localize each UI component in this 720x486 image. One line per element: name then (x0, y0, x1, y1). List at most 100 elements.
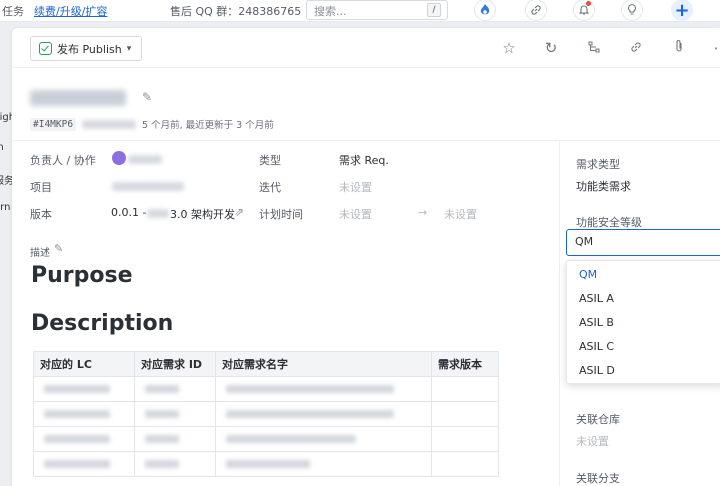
iteration-label: 迭代 (259, 181, 281, 194)
iteration-value[interactable]: 未设置 (339, 179, 372, 195)
table-cell (431, 376, 499, 402)
safety-level-label: 功能安全等级 (576, 216, 642, 229)
left-nav-item[interactable]: m (0, 142, 4, 153)
refresh-icon[interactable]: ↻ (542, 39, 560, 57)
create-plus-icon[interactable]: + (671, 0, 693, 21)
divider (12, 140, 720, 141)
type-value[interactable]: 需求 Req. (339, 152, 389, 168)
version-prefix[interactable]: 0.0.1 - (111, 206, 146, 219)
link-icon[interactable] (627, 39, 645, 57)
publish-label: 发布 Publish (57, 42, 122, 56)
version-label: 版本 (30, 208, 52, 221)
description-heading: Description (31, 311, 174, 336)
notification-dot (586, 1, 591, 6)
dropdown-option-qm[interactable]: QM (567, 263, 720, 287)
table-row (33, 376, 499, 402)
issue-meta: #I4MKP6 5 个月前, 最近更新于 3 个月前 (30, 117, 274, 131)
star-icon[interactable]: ☆ (500, 39, 518, 57)
table-cell (215, 401, 432, 427)
linked-repo-value[interactable]: 未设置 (576, 433, 609, 449)
column-header-req-name: 对应需求名字 (215, 351, 432, 377)
hierarchy-icon[interactable] (585, 39, 603, 57)
req-type-value[interactable]: 功能类需求 (576, 178, 631, 194)
search-input[interactable]: 搜索... / (306, 0, 448, 20)
safety-level-dropdown: QM ASIL A ASIL B ASIL C ASIL D (566, 260, 720, 384)
table-cell (431, 451, 499, 477)
project-label: 项目 (30, 181, 52, 194)
table-cell (134, 376, 216, 402)
issue-id[interactable]: #I4MKP6 (30, 117, 77, 131)
issue-meta-time: 5 个月前, 最近更新于 3 个月前 (142, 120, 274, 131)
fire-app-icon[interactable] (474, 0, 496, 21)
plan-start[interactable]: 未设置 (339, 206, 372, 222)
dropdown-option-asil-c[interactable]: ASIL C (567, 335, 720, 359)
notification-bell-icon[interactable] (573, 0, 595, 21)
project-value-redacted[interactable] (112, 182, 184, 191)
version-suffix[interactable]: 3.0 架构开发 (170, 206, 235, 222)
table-cell (215, 426, 432, 452)
left-nav-item[interactable]: Ligh (0, 112, 12, 123)
external-link-icon[interactable]: ⇗ (234, 205, 244, 219)
column-header-lc: 对应的 LC (33, 351, 135, 377)
safety-level-select[interactable]: QM (566, 229, 720, 256)
issue-title-redacted (30, 90, 126, 106)
search-shortcut-key: / (427, 3, 441, 17)
linked-branch-label: 关联分支 (576, 472, 620, 485)
plan-arrow: → (418, 206, 428, 219)
table-cell (431, 426, 499, 452)
divider (559, 140, 560, 486)
top-bar: 任务 续费/升级/扩容 售后 QQ 群：248386765 搜索... / + (0, 0, 720, 22)
task-nav-label[interactable]: 任务 (2, 3, 24, 19)
dropdown-option-asil-a[interactable]: ASIL A (567, 287, 720, 311)
issue-toolbar: 发布 Publish ▾ ☆ ↻ ⋯ (12, 28, 720, 68)
safety-level-selected: QM (575, 235, 594, 248)
plan-end[interactable]: 未设置 (444, 206, 477, 222)
table-header-row: 对应的 LC 对应需求 ID 对应需求名字 需求版本 (33, 351, 499, 377)
chevron-down-icon: ▾ (126, 43, 132, 54)
requirements-table: 对应的 LC 对应需求 ID 对应需求名字 需求版本 (33, 351, 499, 477)
version-redacted (147, 209, 169, 218)
plan-time-label: 计划时间 (259, 208, 303, 221)
edit-title-icon[interactable]: ✎ (142, 90, 152, 104)
link-icon[interactable] (525, 0, 547, 21)
table-cell (431, 401, 499, 427)
req-type-label: 需求类型 (576, 158, 620, 171)
purpose-heading: Purpose (31, 263, 133, 288)
type-label: 类型 (259, 154, 281, 167)
more-icon[interactable]: ⋯ (712, 39, 720, 57)
owner-label: 负责人 / 协作 (30, 154, 96, 167)
left-nav-item[interactable]: 服务 (0, 172, 12, 187)
table-cell (33, 401, 135, 427)
dropdown-option-asil-d[interactable]: ASIL D (567, 359, 720, 383)
table-cell (215, 376, 432, 402)
left-nav-strip: Ligh m 服务 arn (0, 22, 12, 486)
avatar[interactable] (112, 151, 126, 165)
search-placeholder: 搜索... (314, 5, 347, 18)
table-cell (33, 426, 135, 452)
table-cell (134, 401, 216, 427)
publish-check-icon (39, 42, 52, 55)
table-cell (134, 426, 216, 452)
issue-detail-panel: 发布 Publish ▾ ☆ ↻ ⋯ ✎ #I4MKP6 5 个月前, 最近更新… (12, 28, 720, 486)
table-cell (215, 451, 432, 477)
linked-repo-label: 关联仓库 (576, 413, 620, 426)
publish-button[interactable]: 发布 Publish ▾ (30, 36, 143, 61)
renew-upgrade-link[interactable]: 续费/升级/扩容 (34, 3, 107, 19)
support-qq-group: 售后 QQ 群：248386765 (170, 5, 302, 18)
table-cell (33, 451, 135, 477)
author-redacted (82, 119, 137, 129)
table-cell (33, 376, 135, 402)
column-header-req-id: 对应需求 ID (134, 351, 216, 377)
table-row (33, 401, 499, 427)
description-label: 描述 (30, 248, 50, 259)
table-row (33, 451, 499, 477)
table-row (33, 426, 499, 452)
table-cell (134, 451, 216, 477)
attachment-icon[interactable] (670, 39, 688, 57)
lightbulb-icon[interactable] (621, 0, 643, 21)
dropdown-option-asil-b[interactable]: ASIL B (567, 311, 720, 335)
column-header-req-version: 需求版本 (431, 351, 499, 377)
owner-name-redacted (128, 155, 162, 164)
left-nav-item[interactable]: arn (0, 202, 10, 213)
edit-description-icon[interactable]: ✎ (54, 242, 63, 255)
